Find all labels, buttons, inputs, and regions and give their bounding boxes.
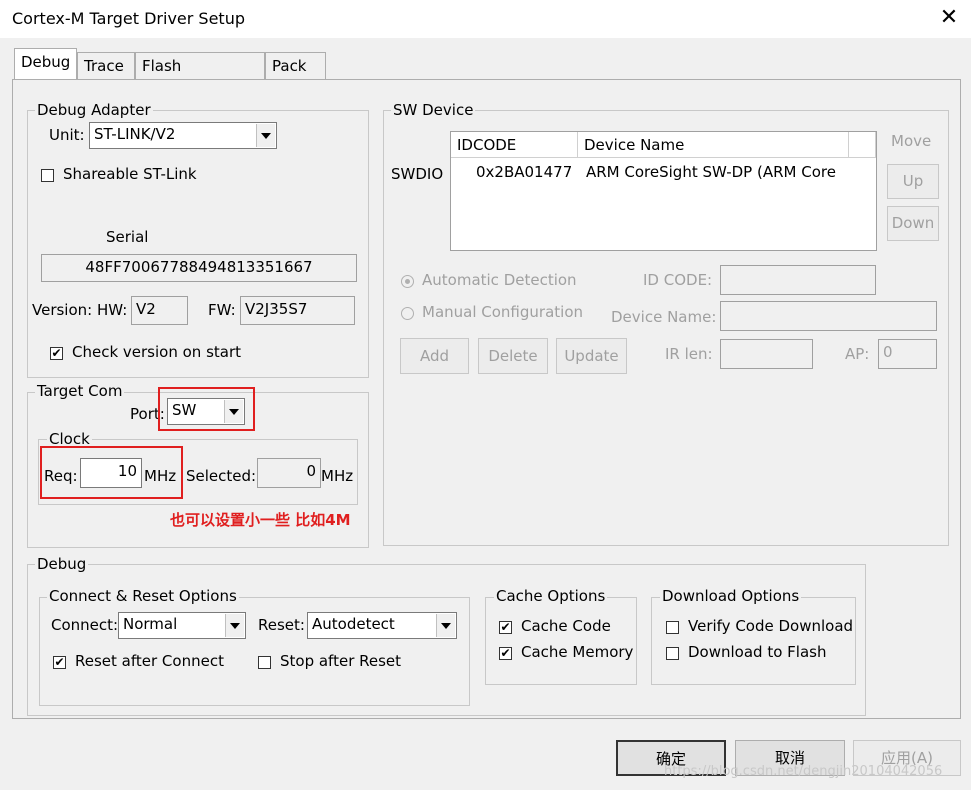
move-label: Move [891, 132, 932, 150]
download-flash-label: Download to Flash [688, 643, 827, 661]
reset-after-connect-label: Reset after Connect [75, 652, 224, 670]
unit-value: ST-LINK/V2 [94, 125, 176, 143]
reset-label: Reset: [258, 616, 305, 634]
connect-reset-legend: Connect & Reset Options [47, 587, 239, 605]
watermark-text: https://blog.csdn.net/dengjin20104042056 [664, 764, 943, 779]
tab-trace[interactable]: Trace [77, 52, 135, 79]
fw-field: V2J35S7 [240, 296, 355, 325]
add-button[interactable]: Add [400, 338, 469, 374]
chevron-down-icon [225, 614, 244, 637]
unit-label: Unit: [49, 126, 85, 144]
serial-field: 48FF7006778849481335166​7 [41, 254, 357, 282]
debug-legend: Debug [35, 555, 89, 573]
download-options-group [651, 597, 856, 685]
ap-label: AP: [845, 345, 870, 363]
download-flash-checkbox[interactable] [666, 647, 679, 660]
device-name-label: Device Name: [611, 308, 717, 326]
tab-debug[interactable]: Debug [14, 48, 77, 80]
close-icon[interactable]: ✕ [936, 5, 962, 31]
verify-code-label: Verify Code Download [688, 617, 854, 635]
column-empty [849, 132, 876, 158]
sw-device-legend: SW Device [391, 101, 476, 119]
chevron-down-icon [256, 124, 275, 147]
annotation-note: 也可以设置小一些 比如4M [170, 511, 351, 529]
hw-field: V2 [131, 296, 188, 325]
debug-adapter-legend: Debug Adapter [35, 101, 153, 119]
automatic-detection-label: Automatic Detection [422, 271, 577, 289]
check-version-checkbox[interactable]: ✔ [50, 347, 63, 360]
column-device-name[interactable]: Device Name [578, 132, 849, 158]
ap-input[interactable]: 0 [878, 339, 937, 369]
unit-select[interactable]: ST-LINK/V2 [89, 122, 277, 149]
connect-label: Connect: [51, 616, 119, 634]
swdio-label: SWDIO [391, 165, 444, 183]
delete-button[interactable]: Delete [478, 338, 548, 374]
device-name-cell[interactable]: ARM CoreSight SW-DP (ARM Core [586, 163, 836, 181]
tab-pack[interactable]: Pack [265, 52, 326, 79]
version-hw-label: Version: HW: [32, 301, 128, 319]
tab-flash-download[interactable]: Flash Download [135, 52, 265, 102]
port-highlight [158, 387, 255, 431]
req-highlight [40, 446, 183, 499]
shareable-checkbox[interactable] [41, 169, 54, 182]
stop-after-reset-label: Stop after Reset [280, 652, 402, 670]
verify-code-checkbox[interactable] [666, 621, 679, 634]
selected-field: 0 [257, 458, 321, 488]
cache-memory-checkbox[interactable]: ✔ [499, 647, 512, 660]
target-com-legend: Target Com [35, 382, 125, 400]
selected-label: Selected: [186, 467, 257, 485]
debug-adapter-group [27, 110, 369, 378]
connect-select[interactable]: Normal [118, 612, 246, 639]
window-title: Cortex-M Target Driver Setup [12, 9, 245, 28]
reset-value: Autodetect [312, 615, 395, 633]
cache-code-label: Cache Code [521, 617, 611, 635]
down-button[interactable]: Down [887, 206, 939, 241]
cache-options-group [485, 597, 637, 685]
stop-after-reset-checkbox[interactable] [258, 656, 271, 669]
fw-label: FW: [208, 301, 236, 319]
cache-options-legend: Cache Options [494, 587, 608, 605]
shareable-label: Shareable ST-Link [63, 165, 197, 183]
reset-after-connect-checkbox[interactable]: ✔ [53, 656, 66, 669]
check-version-label: Check version on start [72, 343, 242, 361]
column-idcode[interactable]: IDCODE [451, 132, 578, 158]
cache-code-checkbox[interactable]: ✔ [499, 621, 512, 634]
manual-configuration-label: Manual Configuration [422, 303, 584, 321]
manual-configuration-radio[interactable] [401, 307, 414, 320]
serial-label: Serial [106, 228, 149, 246]
download-options-legend: Download Options [660, 587, 802, 605]
idcode-cell[interactable]: 0x2BA01477 [476, 163, 572, 181]
id-code-input[interactable] [720, 265, 876, 295]
update-button[interactable]: Update [556, 338, 627, 374]
selected-unit: MHz [321, 467, 354, 485]
chevron-down-icon [436, 614, 455, 637]
ir-len-label: IR len: [665, 345, 713, 363]
reset-select[interactable]: Autodetect [307, 612, 457, 639]
device-name-input[interactable] [720, 301, 937, 331]
automatic-detection-radio[interactable] [401, 275, 414, 288]
cache-memory-label: Cache Memory [521, 643, 634, 661]
up-button[interactable]: Up [887, 164, 939, 199]
id-code-label: ID CODE: [643, 271, 713, 289]
ir-len-input[interactable] [720, 339, 813, 369]
connect-value: Normal [123, 615, 178, 633]
